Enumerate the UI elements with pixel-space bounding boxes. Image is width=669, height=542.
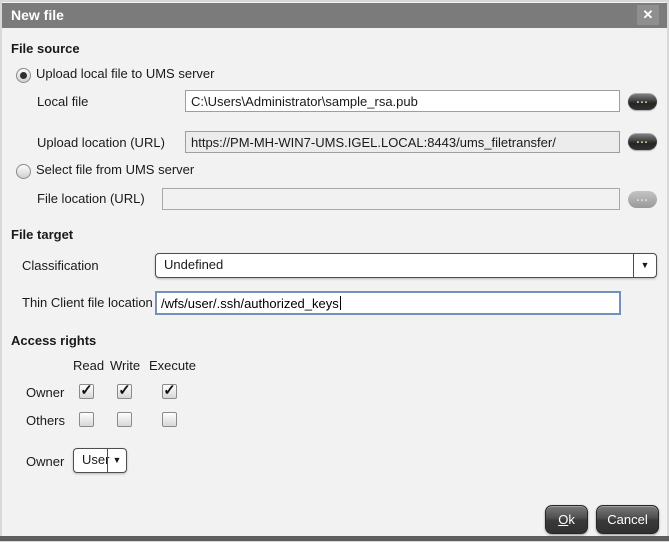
radio-unselected-icon[interactable] [16,164,31,179]
owner-selected-value: User [82,449,109,472]
ellipsis-icon: ... [636,137,648,143]
thin-client-location-input[interactable]: /wfs/user/.ssh/authorized_keys [155,291,621,315]
others-row-label: Others [26,413,65,429]
checkbox-owner-write[interactable]: ✓ [117,384,132,399]
dialog-title: New file [11,7,64,23]
classification-selected-value: Undefined [164,254,223,277]
dialog-titlebar[interactable]: New file ✕ [2,3,667,28]
file-location-label: File location (URL) [37,191,145,207]
classification-select[interactable]: Undefined ▼ [155,253,657,278]
ellipsis-icon: ... [636,195,648,201]
cancel-button[interactable]: Cancel [596,505,659,534]
checkbox-owner-execute[interactable]: ✓ [162,384,177,399]
dialog-bottom-edge [0,536,669,541]
file-location-input [162,188,620,210]
ok-button[interactable]: Ok [545,505,588,534]
thin-client-location-value: /wfs/user/.ssh/authorized_keys [161,296,339,311]
checkbox-others-read[interactable] [79,412,94,427]
column-header-execute: Execute [149,358,196,374]
checkbox-others-write[interactable] [117,412,132,427]
file-location-browse-button: ... [628,191,657,208]
radio-selected-icon[interactable] [16,68,31,83]
text-cursor [340,296,341,310]
access-rights-heading: Access rights [11,333,96,348]
new-file-dialog: New file ✕ File source Upload local file… [0,0,669,542]
ellipsis-icon: ... [636,97,648,103]
ok-button-label: Ok [558,512,575,527]
upload-location-label: Upload location (URL) [37,135,165,151]
local-file-label: Local file [37,94,88,110]
chevron-down-icon[interactable]: ▼ [107,449,126,472]
upload-local-radio-label[interactable]: Upload local file to UMS server [36,66,214,82]
owner-select[interactable]: User ▼ [73,448,127,473]
close-icon[interactable]: ✕ [637,5,659,25]
owner-row-label: Owner [26,385,64,401]
column-header-read: Read [73,358,104,374]
file-target-heading: File target [11,227,73,242]
checkbox-others-execute[interactable] [162,412,177,427]
cancel-button-label: Cancel [607,512,647,527]
classification-label: Classification [22,258,99,274]
upload-location-browse-button[interactable]: ... [628,133,657,150]
thin-client-location-label: Thin Client file location [22,295,153,311]
checkbox-owner-read[interactable]: ✓ [79,384,94,399]
local-file-input[interactable] [185,90,620,112]
local-file-browse-button[interactable]: ... [628,93,657,110]
select-from-ums-radio-label[interactable]: Select file from UMS server [36,162,194,178]
upload-location-input[interactable] [185,131,620,153]
chevron-down-icon[interactable]: ▼ [633,254,656,277]
owner-select-label: Owner [26,454,64,470]
file-source-heading: File source [11,41,80,56]
column-header-write: Write [110,358,140,374]
